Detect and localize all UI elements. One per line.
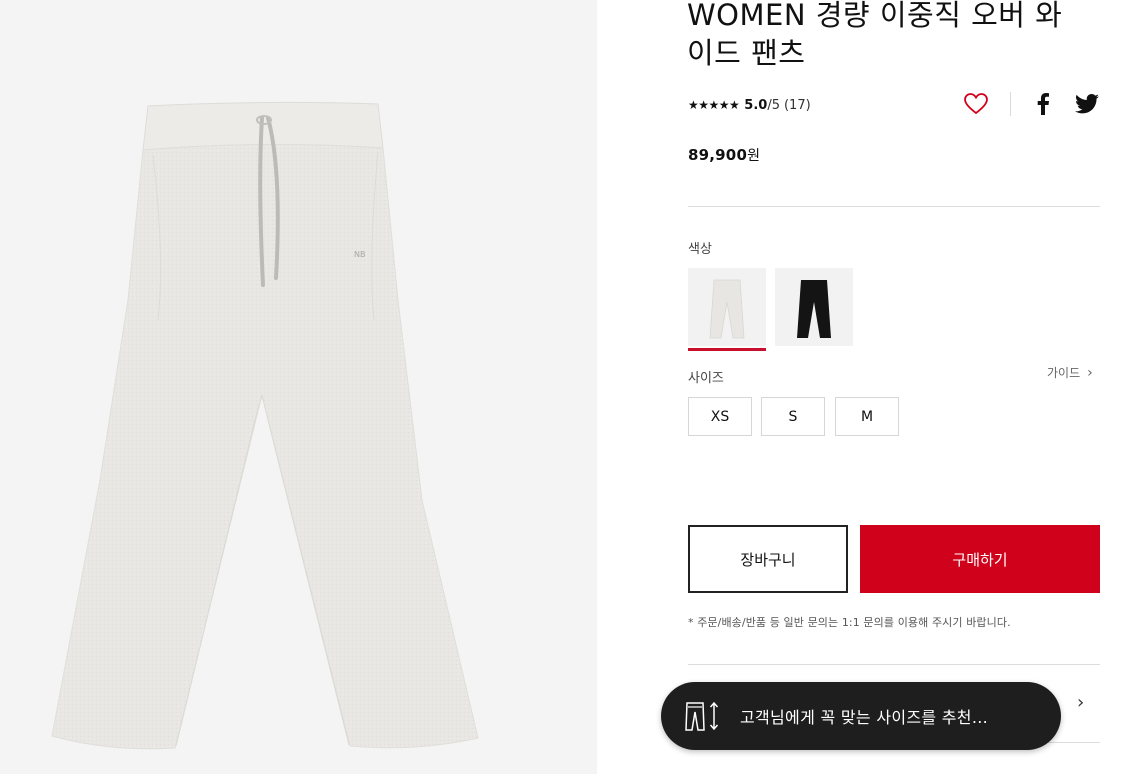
rating-out-of: /5 [767,97,780,113]
divider [688,206,1100,207]
product-price: 89,900원 [688,145,760,165]
size-recommendation-banner[interactable]: 고객님에게 꼭 맞는 사이즈를 추천... [661,682,1061,750]
product-rating[interactable]: ★★★★★ 5.0 /5 (17) [688,96,811,114]
review-count: (17) [783,97,811,113]
size-guide-label: 가이드 [1047,366,1081,380]
add-to-cart-button[interactable]: 장바구니 [688,525,848,593]
divider [688,664,1100,665]
size-guide-link[interactable]: 가이드 › [1047,364,1093,381]
share-divider [1010,92,1011,116]
size-recommendation-text: 고객님에게 꼭 맞는 사이즈를 추천... [740,708,988,727]
color-label: 색상 [688,242,712,257]
color-swatch-black[interactable] [775,268,853,346]
facebook-icon[interactable] [1027,88,1059,120]
price-unit: 원 [747,148,761,164]
rating-score: 5.0 [744,97,768,113]
size-label: 사이즈 [688,371,724,386]
pants-illustration: NB [51,101,479,750]
chevron-right-icon: › [1087,364,1093,381]
svg-text:NB: NB [354,250,365,259]
product-title: WOMEN 경량 이중직 오버 와이드 팬츠 [687,0,1063,70]
share-actions [960,88,1103,120]
size-option-s[interactable]: S [761,397,825,436]
inquiry-notice: * 주문/배송/반품 등 일반 문의는 1:1 문의를 이용해 주시기 바랍니다… [688,616,1011,629]
product-info-panel: WOMEN 경량 이중직 오버 와이드 팬츠 ★★★★★ 5.0 /5 (17)… [597,0,1125,774]
product-image: NB [0,0,597,774]
size-option-m[interactable]: M [835,397,899,436]
chevron-right-icon[interactable]: › [1077,692,1084,713]
buy-now-button[interactable]: 구매하기 [860,525,1100,593]
pants-thumbnail-light-gray [688,268,766,346]
color-swatch-light-gray[interactable] [688,268,766,351]
rating-stars: ★★★★★ [688,98,740,112]
twitter-icon[interactable] [1071,88,1103,120]
pants-size-icon [683,699,723,733]
price-value: 89,900 [688,146,748,164]
size-option-xs[interactable]: XS [688,397,752,436]
heart-icon[interactable] [960,88,992,120]
pants-thumbnail-black [775,268,853,346]
